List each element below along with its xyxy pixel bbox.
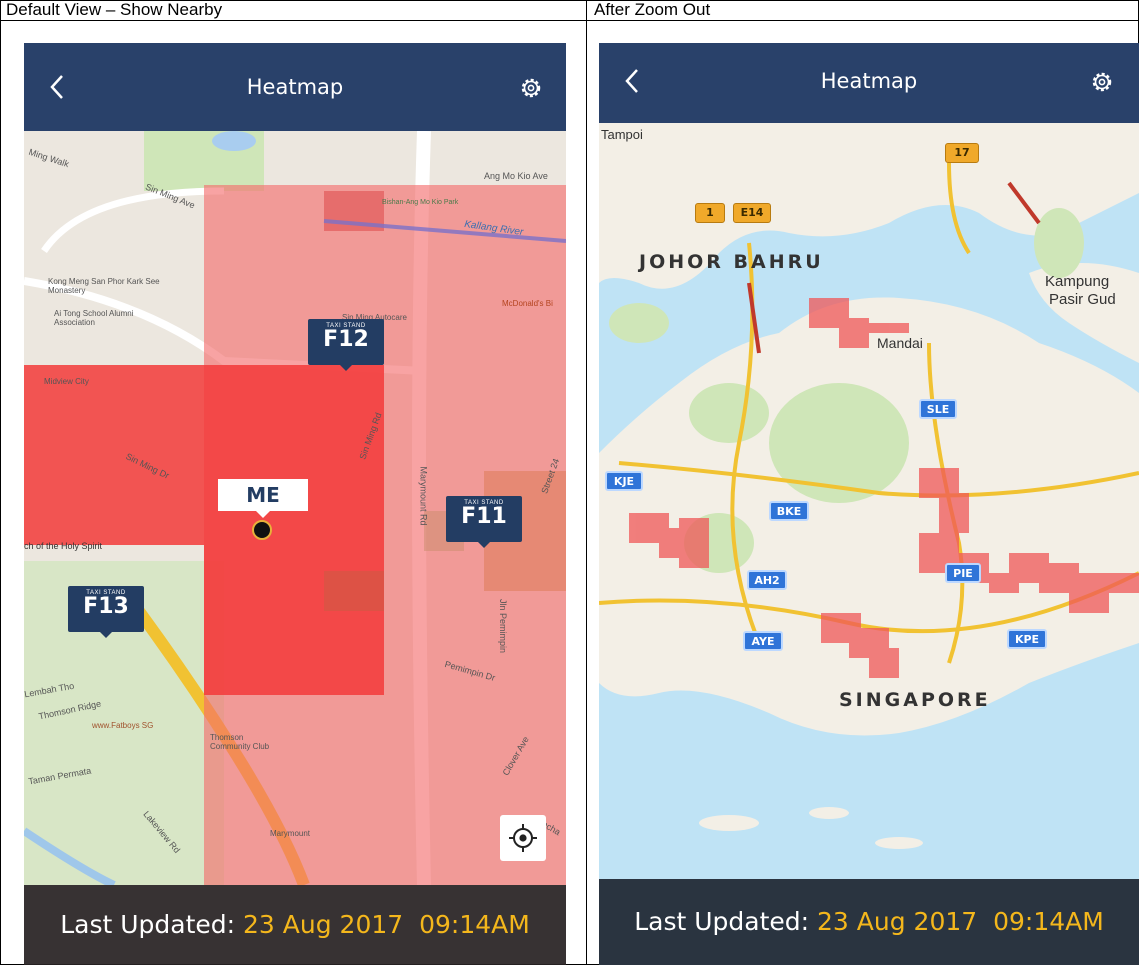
last-updated-bar: Last Updated: 23 Aug 2017 09:14AM (599, 879, 1139, 965)
left-column-title: Default View – Show Nearby (6, 0, 223, 19)
locate-me-button[interactable] (500, 815, 546, 861)
poi-label: Ai Tong School Alumni Association (54, 309, 134, 327)
my-location-label: ME (218, 479, 308, 518)
taxi-stand-marker[interactable]: TAXI STAND F11 (446, 496, 522, 548)
right-column-title: After Zoom Out (594, 0, 711, 19)
road-shield: 1 (695, 203, 725, 223)
city-label: SINGAPORE (839, 689, 991, 711)
header-divider (0, 20, 1139, 21)
gear-icon (521, 78, 541, 98)
column-divider (586, 0, 587, 965)
road-shield: KJE (605, 471, 643, 491)
poi-label: Marymount (270, 829, 311, 838)
street-label: Ang Mo Kio Ave (484, 171, 548, 181)
taxi-stand-marker[interactable]: TAXI STAND F12 (308, 319, 384, 371)
settings-button[interactable] (1089, 69, 1115, 95)
taxi-stand-id: F12 (323, 327, 369, 352)
settings-button[interactable] (518, 75, 544, 101)
gear-icon (1092, 72, 1112, 92)
place-label: Kampung (1045, 273, 1110, 290)
last-updated-time: 09:14AM (419, 910, 530, 939)
last-updated-date: 23 Aug 2017 (817, 907, 978, 936)
poi-label: Midview City (44, 377, 89, 386)
poi-label: Kong Meng San Phor Kark See Monastery (48, 277, 160, 295)
page-title: Heatmap (820, 69, 918, 93)
poi-label: McDonald's Bi (502, 299, 553, 308)
place-label: Tampoi (601, 127, 643, 142)
heatmap-map-nearby[interactable]: Ming Walk Sin Ming Ave Ang Mo Kio Ave Bi… (24, 131, 566, 885)
taxi-stand-id: F13 (83, 594, 129, 619)
road-shield: E14 (733, 203, 771, 223)
road-shield: AYE (743, 631, 783, 651)
road-shield: SLE (919, 399, 957, 419)
heatmap-map-zoomed-out[interactable]: Tampoi JOHOR BAHRU Kampung Pasir Gud Man… (599, 123, 1139, 879)
poi-label: Thomson Community Club (210, 733, 270, 751)
road-shield: AH2 (747, 570, 787, 590)
last-updated-bar: Last Updated: 23 Aug 2017 09:14AM (24, 885, 566, 965)
road-shield: PIE (945, 563, 981, 583)
taxi-stand-id: F11 (461, 504, 507, 529)
map-base-layer (599, 123, 1139, 879)
last-updated-label: Last Updated: (60, 910, 236, 939)
city-label: JOHOR BAHRU (639, 251, 824, 273)
road-shield: KPE (1007, 629, 1047, 649)
last-updated-label: Last Updated: (634, 907, 810, 936)
crosshair-icon (509, 824, 537, 852)
road-shield: 17 (945, 143, 979, 163)
taxi-stand-marker[interactable]: TAXI STAND F13 (68, 586, 144, 638)
poi-label: www.Fatboys SG (92, 721, 154, 730)
place-label: Mandai (877, 335, 923, 351)
last-updated-date: 23 Aug 2017 (243, 910, 404, 939)
phone-screen-zoomed-out: Heatmap Tampoi JOHOR BAHRU Kampung Pasir… (599, 43, 1139, 965)
place-label: Pasir Gud (1049, 291, 1116, 308)
park-label: Bishan-Ang Mo Kio Park (382, 199, 459, 206)
nav-bar: Heatmap (599, 43, 1139, 123)
street-label: Marymount Rd (418, 466, 429, 526)
page-title: Heatmap (246, 75, 344, 99)
phone-screen-default-view: Heatmap Ming Walk Sin Ming Ave Ang Mo Ki… (24, 43, 566, 965)
my-location-dot (252, 520, 272, 540)
poi-label: ch of the Holy Spirit (24, 541, 103, 551)
last-updated-time: 09:14AM (993, 907, 1104, 936)
road-shield: BKE (769, 501, 809, 521)
nav-bar: Heatmap (24, 43, 566, 131)
street-label: Jln Pemimpin (498, 598, 509, 654)
